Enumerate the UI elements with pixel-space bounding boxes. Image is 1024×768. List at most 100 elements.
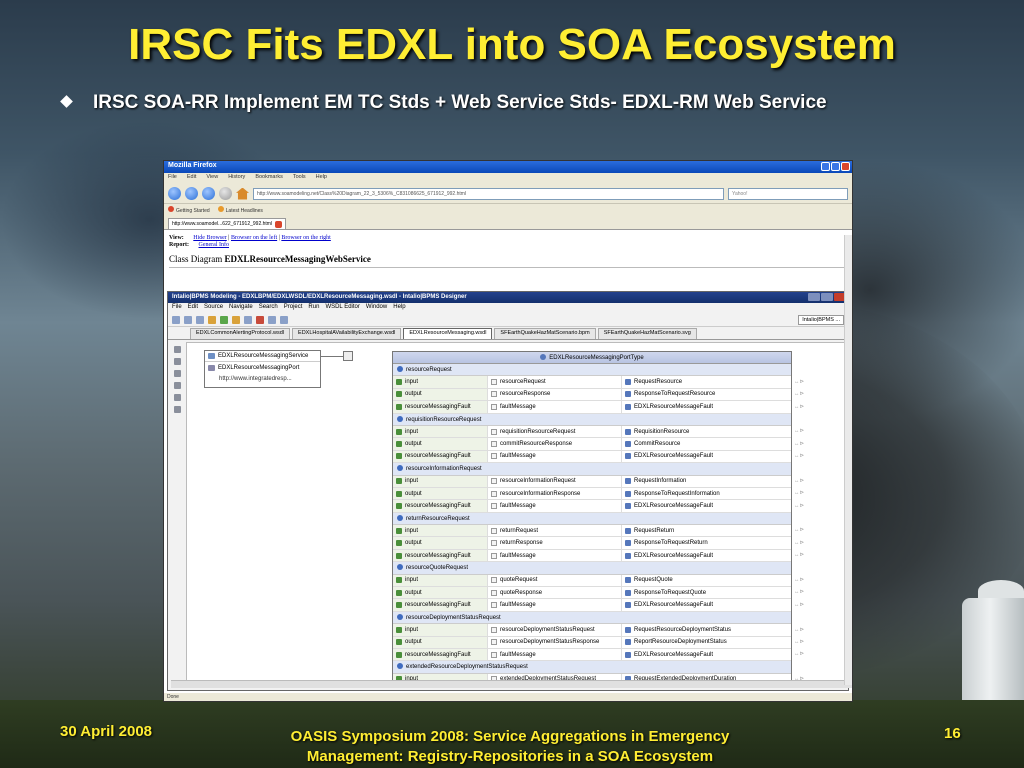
link-arrow-icon[interactable]: ↔⊳ (794, 574, 834, 586)
maximize-icon[interactable] (831, 162, 840, 171)
select-icon[interactable] (173, 358, 181, 365)
operation-row[interactable]: returnResourceRequest (393, 512, 791, 526)
bookmark-latest-headlines[interactable]: Latest Headlines (217, 206, 263, 214)
menu-item[interactable]: Navigate (229, 304, 253, 312)
message-row[interactable]: output resourceInformationResponse Respons… (393, 487, 791, 501)
message-row[interactable]: input resourceDeploymentStatusRequest Requ… (393, 624, 791, 637)
link-arrow-icon[interactable]: ↔⊳ (794, 648, 834, 660)
general-info-link[interactable]: General Info (199, 242, 229, 248)
link-arrow-icon[interactable]: ↔⊳ (794, 487, 834, 499)
minimize-icon[interactable] (821, 162, 830, 171)
link-arrow-icon[interactable]: ↔⊳ (794, 401, 834, 413)
link-arrow-icon[interactable]: ↔⊳ (794, 500, 834, 512)
link-arrow-icon[interactable]: ↔⊳ (794, 524, 834, 536)
tab-close-icon[interactable] (275, 220, 283, 228)
menu-item[interactable]: Edit (187, 174, 196, 183)
horizontal-scrollbar[interactable] (171, 680, 852, 688)
link-arrow-icon[interactable]: ↔⊳ (794, 537, 834, 549)
pin-icon[interactable] (173, 346, 181, 353)
run-icon[interactable] (220, 315, 228, 324)
editor-tab[interactable]: EDXLResourceMessaging.wsdl (403, 328, 493, 339)
close-icon[interactable] (841, 162, 850, 171)
browser-left-link[interactable]: Browser on the left (231, 235, 277, 241)
menu-item[interactable]: History (228, 174, 245, 183)
service-box[interactable]: EDXLResourceMessagingService EDXLResourc… (204, 350, 321, 388)
menu-item[interactable]: View (206, 174, 218, 183)
search-input[interactable]: Yahoo! (728, 187, 848, 200)
menu-item[interactable]: File (168, 174, 177, 183)
menu-item[interactable]: WSDL Editor (325, 304, 359, 312)
menu-item[interactable]: Help (316, 174, 327, 183)
home-icon[interactable] (236, 187, 249, 200)
search-icon[interactable] (244, 315, 252, 324)
new-icon[interactable] (172, 315, 180, 324)
message-row[interactable]: resourceMessagingFault faultMessage EDXLRe… (393, 599, 791, 612)
link-arrow-icon[interactable]: ↔⊳ (794, 624, 834, 636)
message-row[interactable]: output quoteResponse ResponseToRequestQuot… (393, 587, 791, 600)
message-row[interactable]: output commitResourceResponse CommitResour… (393, 438, 791, 451)
maximize-icon[interactable] (821, 293, 833, 301)
hide-browser-link[interactable]: Hide Browser (193, 235, 227, 241)
message-row[interactable]: resourceMessagingFault faultMessage EDXLRe… (393, 549, 791, 563)
menu-item[interactable]: Window (366, 304, 387, 312)
message-row[interactable]: resourceMessagingFault faultMessage EDXLRe… (393, 401, 791, 414)
vertical-scrollbar[interactable] (844, 235, 852, 685)
back-icon[interactable] (168, 187, 181, 200)
debug-icon[interactable] (208, 315, 216, 324)
forward-icon[interactable] (185, 187, 198, 200)
link-arrow-icon[interactable]: ↔⊳ (794, 586, 834, 598)
editor-tab[interactable]: SFEarthQuakeHazMatScenario.svg (597, 328, 697, 339)
operation-row[interactable]: resourceRequest (393, 364, 791, 377)
link-arrow-icon[interactable]: ↔⊳ (794, 438, 834, 450)
binding-box[interactable] (343, 351, 353, 361)
link-arrow-icon[interactable]: ↔⊳ (794, 636, 834, 648)
operation-row[interactable]: requisitionResourceRequest (393, 413, 791, 426)
operation-row[interactable]: resourceDeploymentStatusRequest (393, 611, 791, 625)
message-row[interactable]: resourceMessagingFault faultMessage EDXLRe… (393, 648, 791, 662)
menu-item[interactable]: Search (259, 304, 278, 312)
editor-tab[interactable]: EDXLHospitalAVailabilityExchange.wsdl (292, 328, 402, 339)
menu-item[interactable]: File (172, 304, 182, 312)
reload-icon[interactable] (202, 187, 215, 200)
link-arrow-icon[interactable]: ↔⊳ (794, 450, 834, 462)
stop-icon[interactable] (256, 315, 264, 324)
menu-item[interactable]: Tools (293, 174, 306, 183)
link-arrow-icon[interactable]: ↔⊳ (794, 599, 834, 611)
message-row[interactable]: resourceMessagingFault faultMessage EDXLRe… (393, 450, 791, 464)
binding-icon[interactable] (173, 394, 181, 401)
link-arrow-icon[interactable]: ↔⊳ (794, 475, 834, 487)
save-icon[interactable] (184, 315, 192, 324)
message-row[interactable]: output resourceDeploymentStatusResponse Re… (393, 636, 791, 649)
service-icon[interactable] (173, 382, 181, 389)
operation-row[interactable]: extendedResourceDeploymentStatusRequest (393, 661, 791, 674)
menu-item[interactable]: Help (393, 304, 405, 312)
menu-item[interactable]: Run (308, 304, 319, 312)
operation-row[interactable]: resourceQuoteRequest (393, 562, 791, 575)
zoom-icon[interactable] (173, 370, 181, 377)
message-row[interactable]: input resourceRequest RequestResource (393, 376, 791, 389)
link-arrow-icon[interactable]: ↔⊳ (794, 425, 834, 437)
message-row[interactable]: input quoteRequest RequestQuote (393, 574, 791, 588)
print-icon[interactable] (196, 315, 204, 324)
menu-item[interactable]: Bookmarks (255, 174, 283, 183)
menu-item[interactable]: Project (284, 304, 303, 312)
message-row[interactable]: resourceMessagingFault faultMessage EDXLRe… (393, 500, 791, 513)
editor-tab[interactable]: EDXLCommonAlertingProtocol.wsdl (190, 328, 291, 339)
stop-icon[interactable] (219, 187, 232, 200)
browser-tab[interactable]: http://www.soamodel...622_671912_992.htm… (168, 218, 287, 229)
link-arrow-icon[interactable]: ↔⊳ (794, 549, 834, 561)
browser-right-link[interactable]: Browser on the right (281, 235, 331, 241)
tools-icon[interactable] (232, 315, 240, 324)
navigate-forward-icon[interactable] (280, 315, 288, 324)
editor-tab[interactable]: SFEarthQuakeHazMatScenario.bpm (494, 328, 596, 339)
message-row[interactable]: output resourceResponse ResponseToRequestR… (393, 388, 791, 402)
message-row[interactable]: input resourceInformationRequest RequestIn… (393, 475, 791, 488)
menu-item[interactable]: Edit (188, 304, 198, 312)
operation-row[interactable]: resourceInformationRequest (393, 463, 791, 476)
bookmark-getting-started[interactable]: Getting Started (168, 206, 210, 214)
message-row[interactable]: output returnResponse ResponseToRequestRet… (393, 537, 791, 550)
link-arrow-icon[interactable]: ↔⊳ (794, 388, 834, 400)
link-arrow-icon[interactable]: ↔⊳ (794, 376, 834, 388)
perspective-switcher[interactable]: Intalio|BPMS ... (798, 314, 844, 325)
message-row[interactable]: input returnRequest RequestReturn (393, 525, 791, 538)
